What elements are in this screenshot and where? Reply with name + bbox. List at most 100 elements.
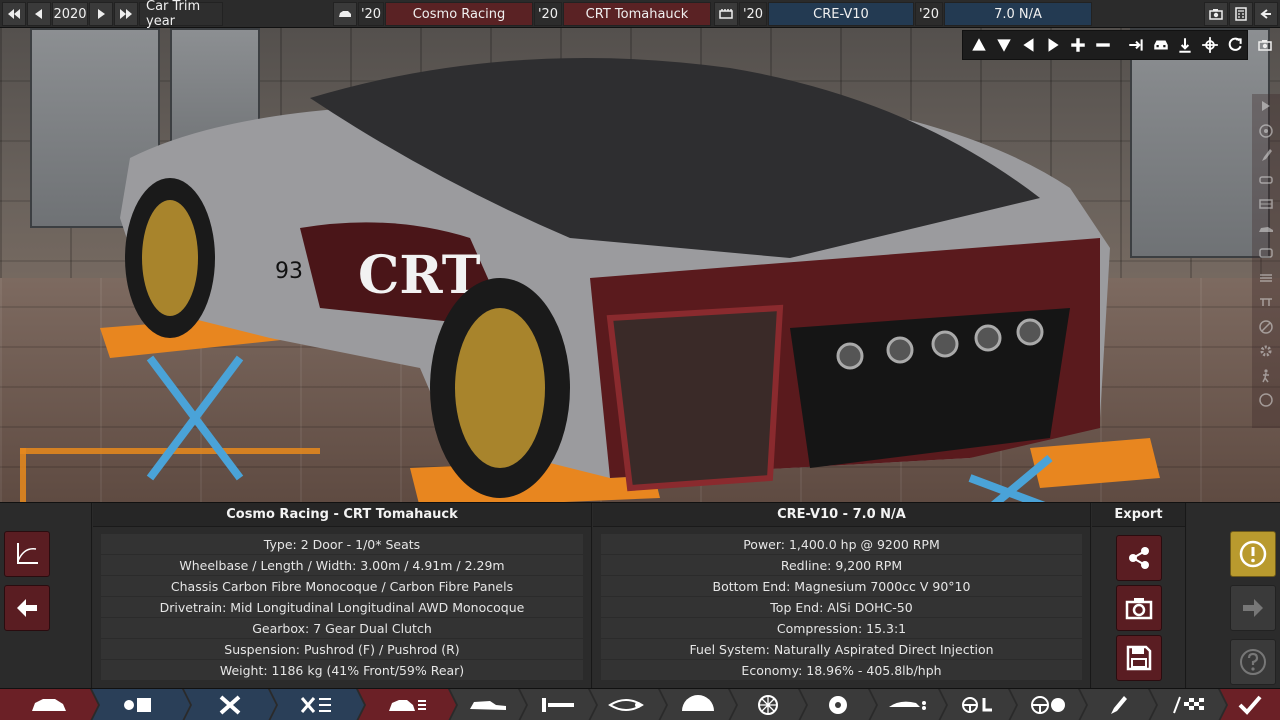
- grille-tool-button[interactable]: [1252, 192, 1280, 216]
- misc-tool-button[interactable]: [1252, 388, 1280, 412]
- graph-button[interactable]: [4, 531, 50, 577]
- arrow-down-to-line-icon: [1179, 38, 1192, 53]
- year-first-button[interactable]: [2, 2, 26, 26]
- share-button[interactable]: [1116, 535, 1162, 581]
- wheels-tool-button[interactable]: [1252, 119, 1280, 143]
- expand-strip-button[interactable]: [1252, 94, 1280, 118]
- zoom-out-button[interactable]: [1091, 33, 1115, 57]
- play-icon: [1262, 101, 1270, 111]
- car-model-text: Cosmo Racing: [412, 6, 506, 22]
- camera-reset-button[interactable]: [1223, 33, 1247, 57]
- camera-side-view-button[interactable]: [1124, 33, 1148, 57]
- camera-left-button[interactable]: [1017, 33, 1041, 57]
- driver-tool-button[interactable]: [1252, 364, 1280, 388]
- car-gearbox-row: Gearbox: 7 Gear Dual Clutch: [101, 618, 583, 638]
- aero-tool-button[interactable]: [1252, 290, 1280, 314]
- camera-up-button[interactable]: [967, 33, 991, 57]
- nav-trim[interactable]: [358, 689, 456, 720]
- nav-test-track[interactable]: [1150, 689, 1226, 720]
- car-summary-column: Cosmo Racing - CRT Tomahauck Type: 2 Doo…: [93, 503, 592, 689]
- year-last-button[interactable]: [114, 2, 138, 26]
- camera-front-view-button[interactable]: [1149, 33, 1173, 57]
- nav-aero[interactable]: [870, 689, 946, 720]
- exit-button[interactable]: [1254, 2, 1278, 26]
- badge-tool-button[interactable]: [1252, 315, 1280, 339]
- engine-parts-icon: [297, 693, 337, 717]
- calculator-button[interactable]: [1229, 2, 1253, 26]
- svg-text:93: 93: [275, 259, 303, 284]
- graph-axis-icon: [17, 543, 38, 564]
- camera-top-view-button[interactable]: [1174, 33, 1198, 57]
- vents-tool-button[interactable]: [1252, 266, 1280, 290]
- car-side-icon: [1259, 226, 1273, 232]
- engine-family-year: '20: [739, 2, 767, 26]
- car-model-year-text: '20: [360, 6, 382, 22]
- mirror-tool-button[interactable]: [1252, 241, 1280, 265]
- nav-chassis[interactable]: [450, 689, 526, 720]
- engine-block-icon: [719, 9, 733, 19]
- designer-stage-nav: [0, 688, 1280, 720]
- nav-brakes[interactable]: [660, 689, 736, 720]
- engine-top-end-row: Top End: AlSi DOHC-50: [601, 597, 1082, 617]
- nav-suspension[interactable]: [520, 689, 596, 720]
- camera-down-button[interactable]: [992, 33, 1016, 57]
- camera-icon: [1258, 40, 1272, 51]
- warnings-button[interactable]: [1230, 531, 1276, 577]
- back-button[interactable]: [4, 585, 50, 631]
- car-trim-icon: [385, 693, 429, 717]
- next-button[interactable]: [1230, 585, 1276, 631]
- car-3d-viewport[interactable]: CRT 93: [0, 28, 1280, 502]
- person-walking-icon: [1262, 368, 1269, 382]
- grille-icon: [1259, 199, 1273, 209]
- nav-tyres[interactable]: [800, 689, 876, 720]
- nav-car-model[interactable]: [0, 689, 98, 720]
- nav-engine-family[interactable]: [92, 689, 190, 720]
- wheel-icon: [746, 693, 790, 717]
- nav-visuals[interactable]: [1080, 689, 1156, 720]
- help-button[interactable]: [1230, 639, 1276, 685]
- car-type-row: Type: 2 Door - 1/0* Seats: [101, 534, 583, 554]
- engine-icon-button[interactable]: [714, 2, 738, 26]
- export-photo-button[interactable]: [1116, 585, 1162, 631]
- arrow-right-icon: [98, 9, 105, 19]
- gear-icon: [1260, 345, 1272, 357]
- settings-tool-button[interactable]: [1252, 339, 1280, 363]
- part-tool-strip: [1252, 94, 1280, 428]
- year-next-button[interactable]: [89, 2, 113, 26]
- nav-finish[interactable]: [1220, 689, 1280, 720]
- photo-mode-button[interactable]: [1254, 34, 1276, 56]
- minus-icon: [1096, 43, 1110, 47]
- nav-drivetrain[interactable]: [590, 689, 666, 720]
- nav-interior[interactable]: [940, 689, 1016, 720]
- skip-back-icon: [8, 9, 20, 19]
- trim-selector[interactable]: CRT Tomahauck: [563, 2, 711, 26]
- car-model-year: '20: [358, 2, 384, 26]
- wheel-icon: [1259, 123, 1273, 138]
- nav-assists[interactable]: [1010, 689, 1086, 720]
- nav-engine-variant[interactable]: [270, 689, 364, 720]
- exit-arrow-icon: [1260, 9, 1271, 19]
- save-button[interactable]: [1116, 635, 1162, 681]
- year-value: 2020: [53, 6, 87, 22]
- year-prev-button[interactable]: [27, 2, 51, 26]
- badge-icon: [1259, 319, 1273, 334]
- nav-wheels[interactable]: [730, 689, 806, 720]
- chassis-icon: [466, 693, 510, 717]
- car-model-icon-button[interactable]: [333, 2, 357, 26]
- paint-tool-button[interactable]: [1252, 143, 1280, 167]
- engine-economy-row: Economy: 18.96% - 405.8lb/hph: [601, 660, 1082, 680]
- car-model-selector[interactable]: Cosmo Racing: [385, 2, 533, 26]
- camera-right-button[interactable]: [1041, 33, 1065, 57]
- nav-engine-bottom-end[interactable]: [184, 689, 276, 720]
- fixtures-tool-button[interactable]: [1252, 168, 1280, 192]
- engine-family-selector[interactable]: CRE-V10: [768, 2, 914, 26]
- screenshot-button[interactable]: [1204, 2, 1228, 26]
- body-tool-button[interactable]: [1252, 217, 1280, 241]
- variant-selector[interactable]: 7.0 N/A: [944, 2, 1092, 26]
- paint-brush-icon: [1096, 693, 1140, 717]
- engine-family-text: CRE-V10: [813, 6, 869, 22]
- trim-year: '20: [534, 2, 562, 26]
- camera-free-move-button[interactable]: [1198, 33, 1222, 57]
- car-summary-rows: Type: 2 Door - 1/0* Seats Wheelbase / Le…: [93, 527, 591, 680]
- zoom-in-button[interactable]: [1066, 33, 1090, 57]
